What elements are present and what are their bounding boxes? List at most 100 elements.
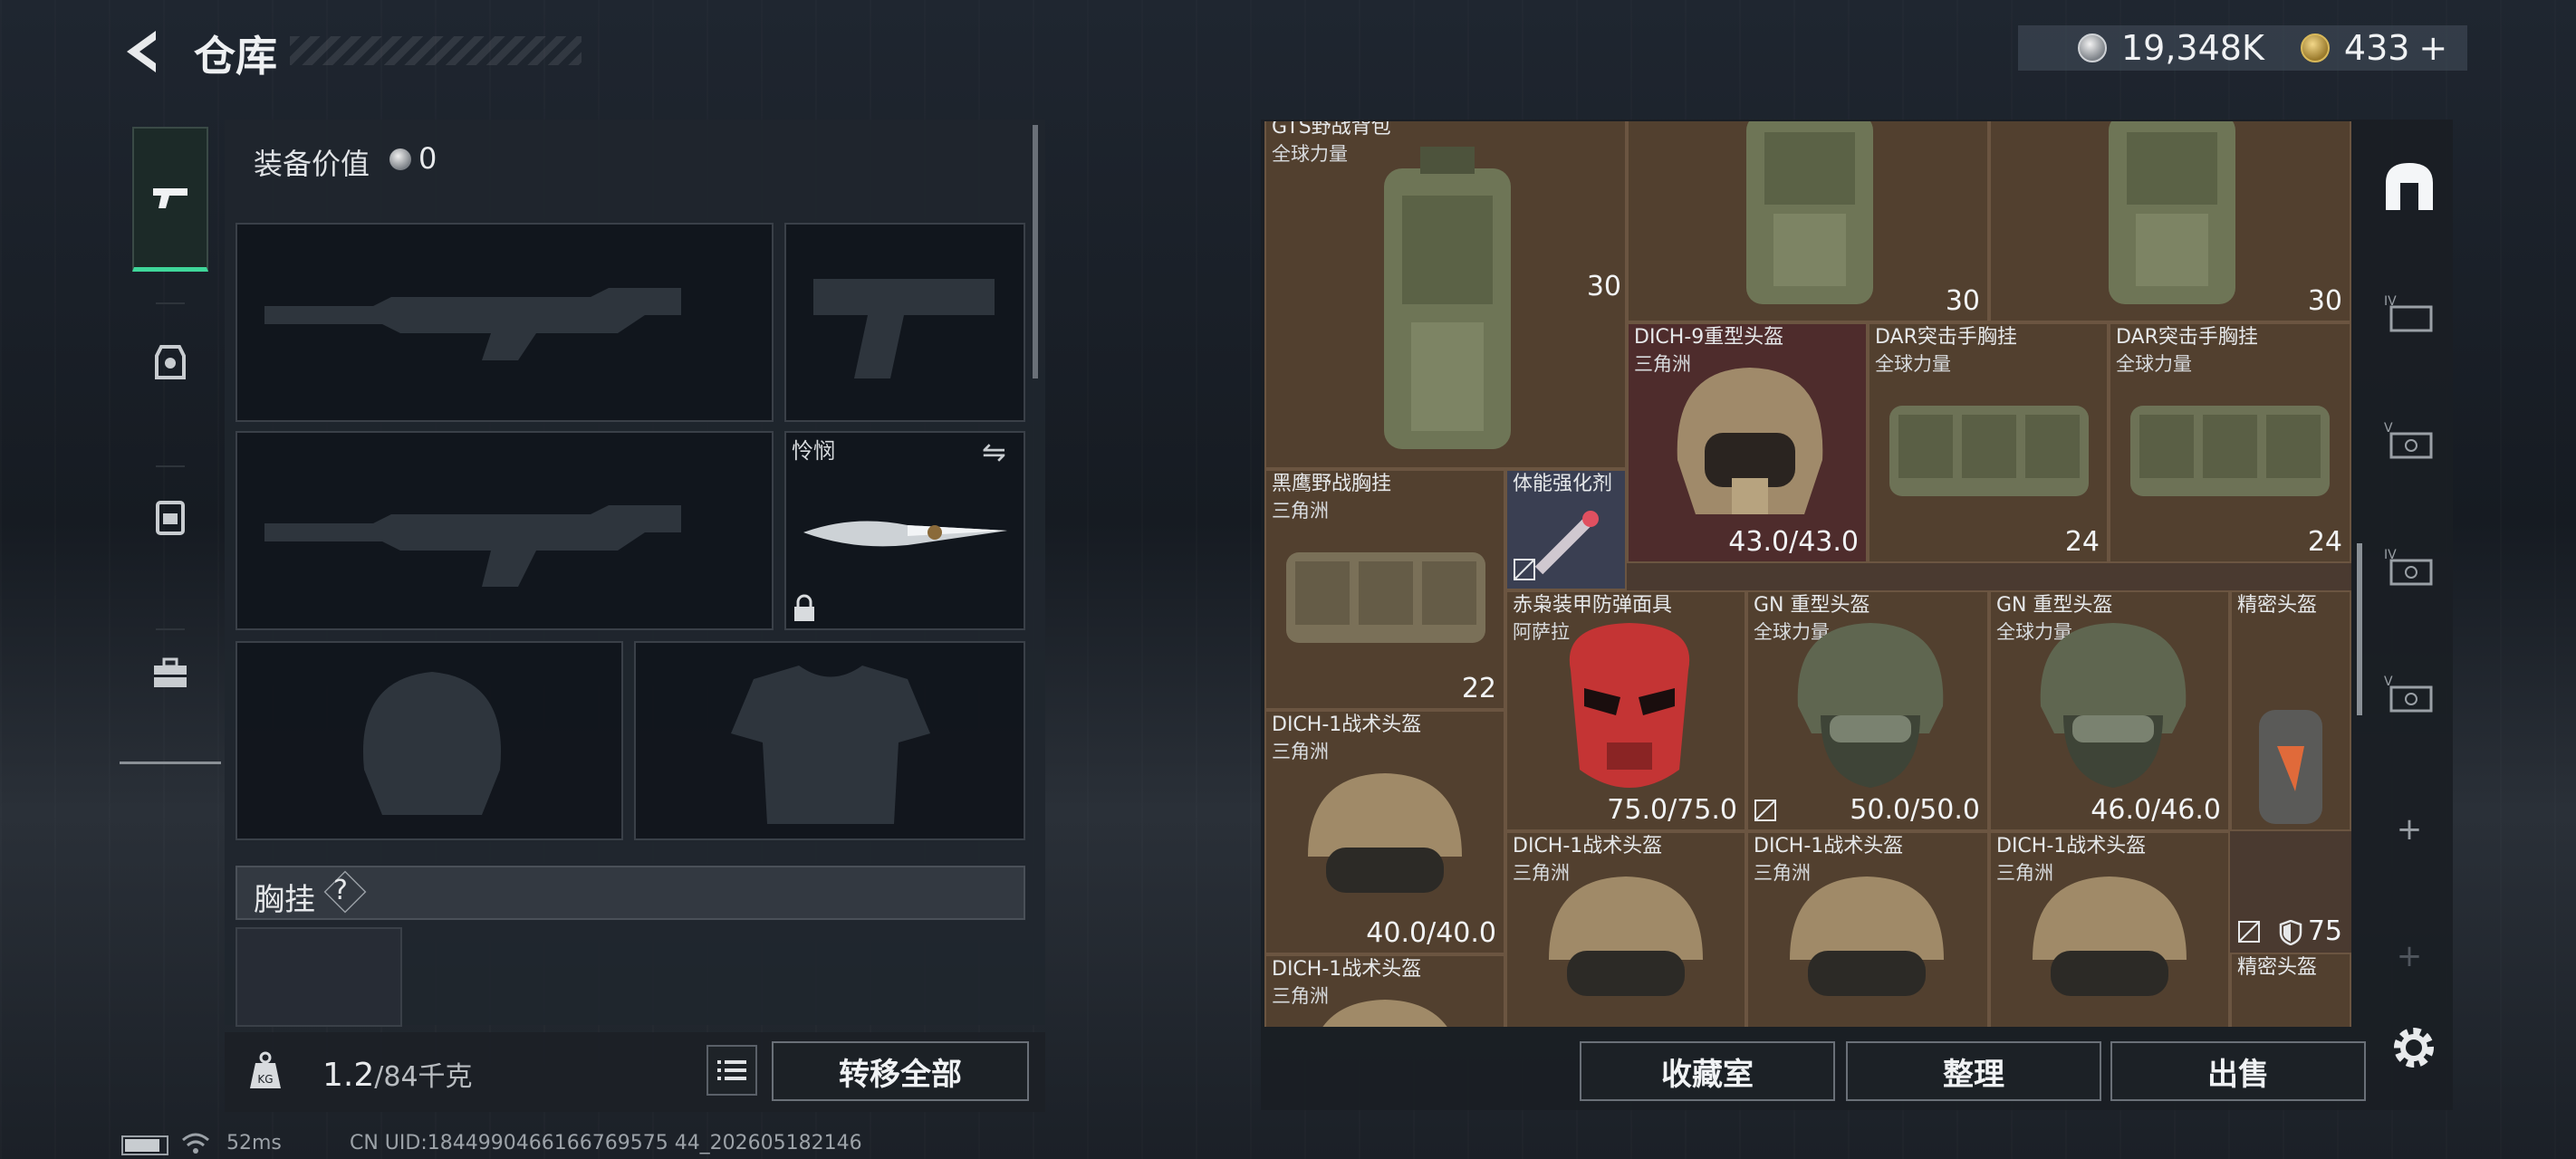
tab-storage-iv-2[interactable]: IV <box>2379 536 2440 598</box>
tab-weapons[interactable] <box>132 127 208 272</box>
tab-storage-iv[interactable]: IV <box>2379 283 2440 344</box>
storage-item[interactable]: DAR突击手胸挂 全球力量 24 <box>1868 322 2109 563</box>
chest-rig-icon <box>1889 406 2089 496</box>
pistol-silhouette-icon <box>813 279 995 378</box>
home-icon <box>2386 163 2433 210</box>
no-insurance-icon <box>2238 921 2260 943</box>
tab-storage-home[interactable] <box>2379 156 2440 217</box>
tab-case[interactable] <box>132 601 208 746</box>
storage-tab-icon: V <box>2384 675 2433 713</box>
ping-readout: 52ms <box>226 1132 282 1154</box>
swap-icon[interactable]: ⇋ <box>982 435 1006 469</box>
storage-item[interactable]: 30 <box>1989 121 2351 322</box>
storage-item[interactable]: DICH-1战术头盔 三角洲 40.0/40.0 <box>1264 710 1505 954</box>
chest-rig-slot[interactable] <box>235 927 402 1027</box>
weight-current: 1.2 <box>322 1057 375 1094</box>
armor-icon <box>155 345 186 379</box>
chest-rig-icon <box>1286 552 1485 643</box>
helmet-icon <box>1549 876 1703 996</box>
tab-storage-v-2[interactable]: V <box>2379 663 2440 724</box>
shield-icon <box>2279 920 2302 945</box>
backpack-icon <box>156 501 185 535</box>
storage-item[interactable]: DICH-1战术头盔 三角洲 <box>1264 954 1505 1027</box>
transfer-all-button[interactable]: 转移全部 <box>772 1041 1029 1101</box>
tab-backpack[interactable] <box>132 444 208 589</box>
syringe-icon <box>1534 511 1599 575</box>
storage-item[interactable]: GTS野战背包 全球力量 <box>1264 121 1627 469</box>
organize-button[interactable]: 整理 <box>1846 1041 2101 1101</box>
armor-slot[interactable] <box>634 641 1025 840</box>
back-arrow-icon[interactable] <box>120 27 165 76</box>
list-icon <box>717 1060 746 1080</box>
backpack-icon <box>2109 121 2235 304</box>
storage-item[interactable]: 精密头盔 <box>2230 953 2351 1027</box>
storage-tab-icon: IV <box>2384 548 2433 586</box>
backpack-icon <box>1384 147 1511 449</box>
equip-value-label: 装备价值 <box>254 147 370 181</box>
storage-item[interactable]: DICH-1战术头盔 三角洲 <box>1505 831 1746 1027</box>
helmet-icon <box>1322 1000 1447 1027</box>
sell-button[interactable]: 出售 <box>2110 1041 2366 1101</box>
list-view-button[interactable] <box>706 1045 757 1096</box>
collection-button[interactable]: 收藏室 <box>1580 1041 1835 1101</box>
storage-tabs: IV V IV V + + <box>2366 120 2453 1110</box>
ballistic-mask-icon <box>1569 623 1690 788</box>
storage-item[interactable]: GN 重型头盔 全球力量 46.0/46.0 <box>1989 590 2230 831</box>
weight-max: /84千克 <box>374 1061 473 1093</box>
backpack-icon <box>1746 121 1873 304</box>
storage-item[interactable]: DICH-9重型头盔 三角洲 43.0/43.0 <box>1627 322 1868 563</box>
loadout-scrollbar[interactable] <box>1033 125 1038 378</box>
loadout-tabs <box>120 121 221 764</box>
lock-icon <box>794 594 814 621</box>
storage-item[interactable]: DICH-1战术头盔 三角洲 <box>1989 831 2230 1027</box>
currency-bar: 19,348K 433 + <box>2018 25 2467 71</box>
gear-icon[interactable] <box>2388 1021 2440 1074</box>
storage-item[interactable]: 30 <box>1627 121 1989 322</box>
helmet-slot[interactable] <box>235 641 623 840</box>
silver-amount: 19,348K <box>2121 28 2264 68</box>
storage-item[interactable]: 黑鹰野战胸挂 三角洲 22 <box>1264 469 1505 710</box>
weight-readout: 1.2/84千克 <box>322 1054 473 1094</box>
storage-tab-icon: V <box>2384 421 2433 459</box>
title-decoration <box>290 36 582 65</box>
silver-coin-icon <box>389 148 411 170</box>
chest-rig-icon <box>2130 406 2330 496</box>
storage-item[interactable]: DAR突击手胸挂 全球力量 24 <box>2109 322 2351 563</box>
storage-scrollbar[interactable] <box>2357 543 2362 715</box>
helmet-icon <box>2033 876 2187 996</box>
storage-item[interactable]: GN 重型头盔 全球力量 50.0/50.0 <box>1746 590 1989 831</box>
helmet-icon <box>2040 623 2187 788</box>
help-icon[interactable]: ? <box>333 875 348 906</box>
pistol-slot[interactable] <box>784 223 1025 422</box>
no-insurance-icon <box>1514 559 1535 580</box>
rifle-silhouette-icon <box>264 505 681 587</box>
knife-icon <box>803 521 1007 547</box>
helmet-silhouette-icon <box>362 672 502 815</box>
rifle-silhouette-icon <box>264 288 681 360</box>
no-insurance-icon <box>1754 800 1776 821</box>
melee-name: 怜悯 <box>792 438 835 464</box>
storage-item[interactable]: 赤枭装甲防弹面具 阿萨拉 75.0/75.0 <box>1505 590 1746 831</box>
primary-weapon-slot[interactable] <box>235 223 774 422</box>
gold-amount: 433 <box>2343 28 2410 68</box>
pistol-icon <box>153 187 187 208</box>
storage-item[interactable]: 精密头盔 <box>2230 590 2351 831</box>
storage-tab-icon: IV <box>2384 294 2433 332</box>
helmet-icon <box>1790 876 1944 996</box>
storage-item[interactable]: DICH-1战术头盔 三角洲 <box>1746 831 1989 1027</box>
battery-icon <box>121 1135 168 1155</box>
add-storage-icon-disabled: + <box>2396 938 2423 974</box>
secondary-weapon-slot[interactable] <box>235 431 774 630</box>
helmet-visor-icon <box>2259 710 2322 824</box>
storage-item[interactable]: 体能强化剂 <box>1505 469 1627 590</box>
add-gold-button[interactable]: + <box>2418 28 2447 68</box>
silver-coin-icon <box>2078 34 2107 62</box>
add-storage-icon[interactable]: + <box>2379 799 2440 860</box>
helmet-icon <box>1308 773 1462 893</box>
equip-value: 0 <box>418 141 437 176</box>
storage-grid: GTS野战背包 全球力量 30 30 30 DICH-9重型头盔 三角洲 43.… <box>1264 121 2351 1027</box>
page-title: 仓库 <box>194 32 277 81</box>
tab-storage-v[interactable]: V <box>2379 409 2440 471</box>
tab-helmet[interactable] <box>132 290 208 435</box>
gold-coin-icon <box>2300 34 2330 62</box>
